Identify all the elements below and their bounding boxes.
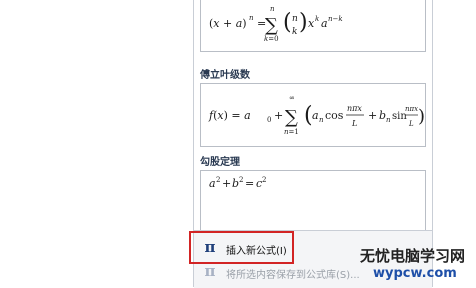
fourier-formula-render: f(x) = a 0 + ∞ ∑ n=1 ( a n cos nπx L + b… (208, 94, 425, 136)
svg-text:(x + a): (x + a) (209, 17, 247, 30)
svg-text:n: n (292, 14, 298, 24)
save-selection-label: 将所选内容保存到公式库(S)... (226, 270, 360, 281)
watermark-title: 无忧电脑学习网 (360, 247, 466, 265)
svg-text:n: n (270, 5, 275, 13)
pythagorean-formula-render: a 2 + b 2 = c 2 (209, 176, 266, 190)
svg-text:+: + (222, 177, 231, 190)
svg-text:a: a (209, 177, 216, 190)
svg-text:(: ( (283, 10, 292, 35)
svg-text:b: b (379, 109, 386, 122)
svg-text:2: 2 (239, 176, 243, 184)
fourier-series-heading: 傅立叶级数 (200, 70, 250, 81)
svg-text:L: L (351, 119, 357, 128)
svg-text:+: + (274, 109, 283, 122)
svg-text:n: n (319, 116, 324, 124)
svg-text:∑: ∑ (265, 15, 278, 36)
binomial-formula-preview[interactable]: (x + a) n = n ∑ k=0 ( n k ) x k a n−k (200, 0, 426, 52)
svg-text:nπx: nπx (347, 104, 362, 113)
pythagorean-preview[interactable]: a 2 + b 2 = c 2 (200, 170, 426, 234)
pi-save-icon: π (204, 262, 216, 280)
svg-text:nπx: nπx (405, 105, 418, 113)
svg-text:k=0: k=0 (264, 35, 279, 43)
svg-text:cos: cos (325, 109, 344, 122)
svg-text:): ) (299, 10, 308, 35)
svg-text:0: 0 (267, 116, 271, 124)
svg-text:k: k (292, 27, 297, 37)
svg-text:∑: ∑ (285, 107, 298, 128)
svg-text:+: + (368, 109, 377, 122)
svg-text:a: a (312, 109, 319, 122)
svg-text:f(x) = a: f(x) = a (208, 109, 251, 122)
svg-text:): ) (418, 106, 425, 127)
svg-text:n: n (249, 14, 254, 22)
svg-text:a: a (321, 17, 328, 30)
svg-text:∞: ∞ (289, 94, 295, 102)
svg-text:k: k (315, 15, 319, 23)
svg-text:L: L (408, 120, 414, 128)
pythagorean-heading: 勾股定理 (200, 157, 240, 168)
svg-text:n−k: n−k (328, 15, 343, 23)
svg-text:b: b (232, 177, 239, 190)
watermark-url: wypcw.com (373, 266, 457, 281)
svg-text:2: 2 (262, 176, 266, 184)
svg-text:x: x (308, 17, 315, 30)
fourier-series-preview[interactable]: f(x) = a 0 + ∞ ∑ n=1 ( a n cos nπx L + b… (200, 83, 426, 147)
svg-text:2: 2 (216, 176, 220, 184)
highlight-box (189, 231, 294, 264)
svg-text:n: n (386, 116, 391, 124)
svg-text:n=1: n=1 (284, 128, 299, 136)
svg-text:=: = (245, 177, 254, 190)
binomial-formula-render: (x + a) n = n ∑ k=0 ( n k ) x k a n−k (209, 5, 343, 43)
